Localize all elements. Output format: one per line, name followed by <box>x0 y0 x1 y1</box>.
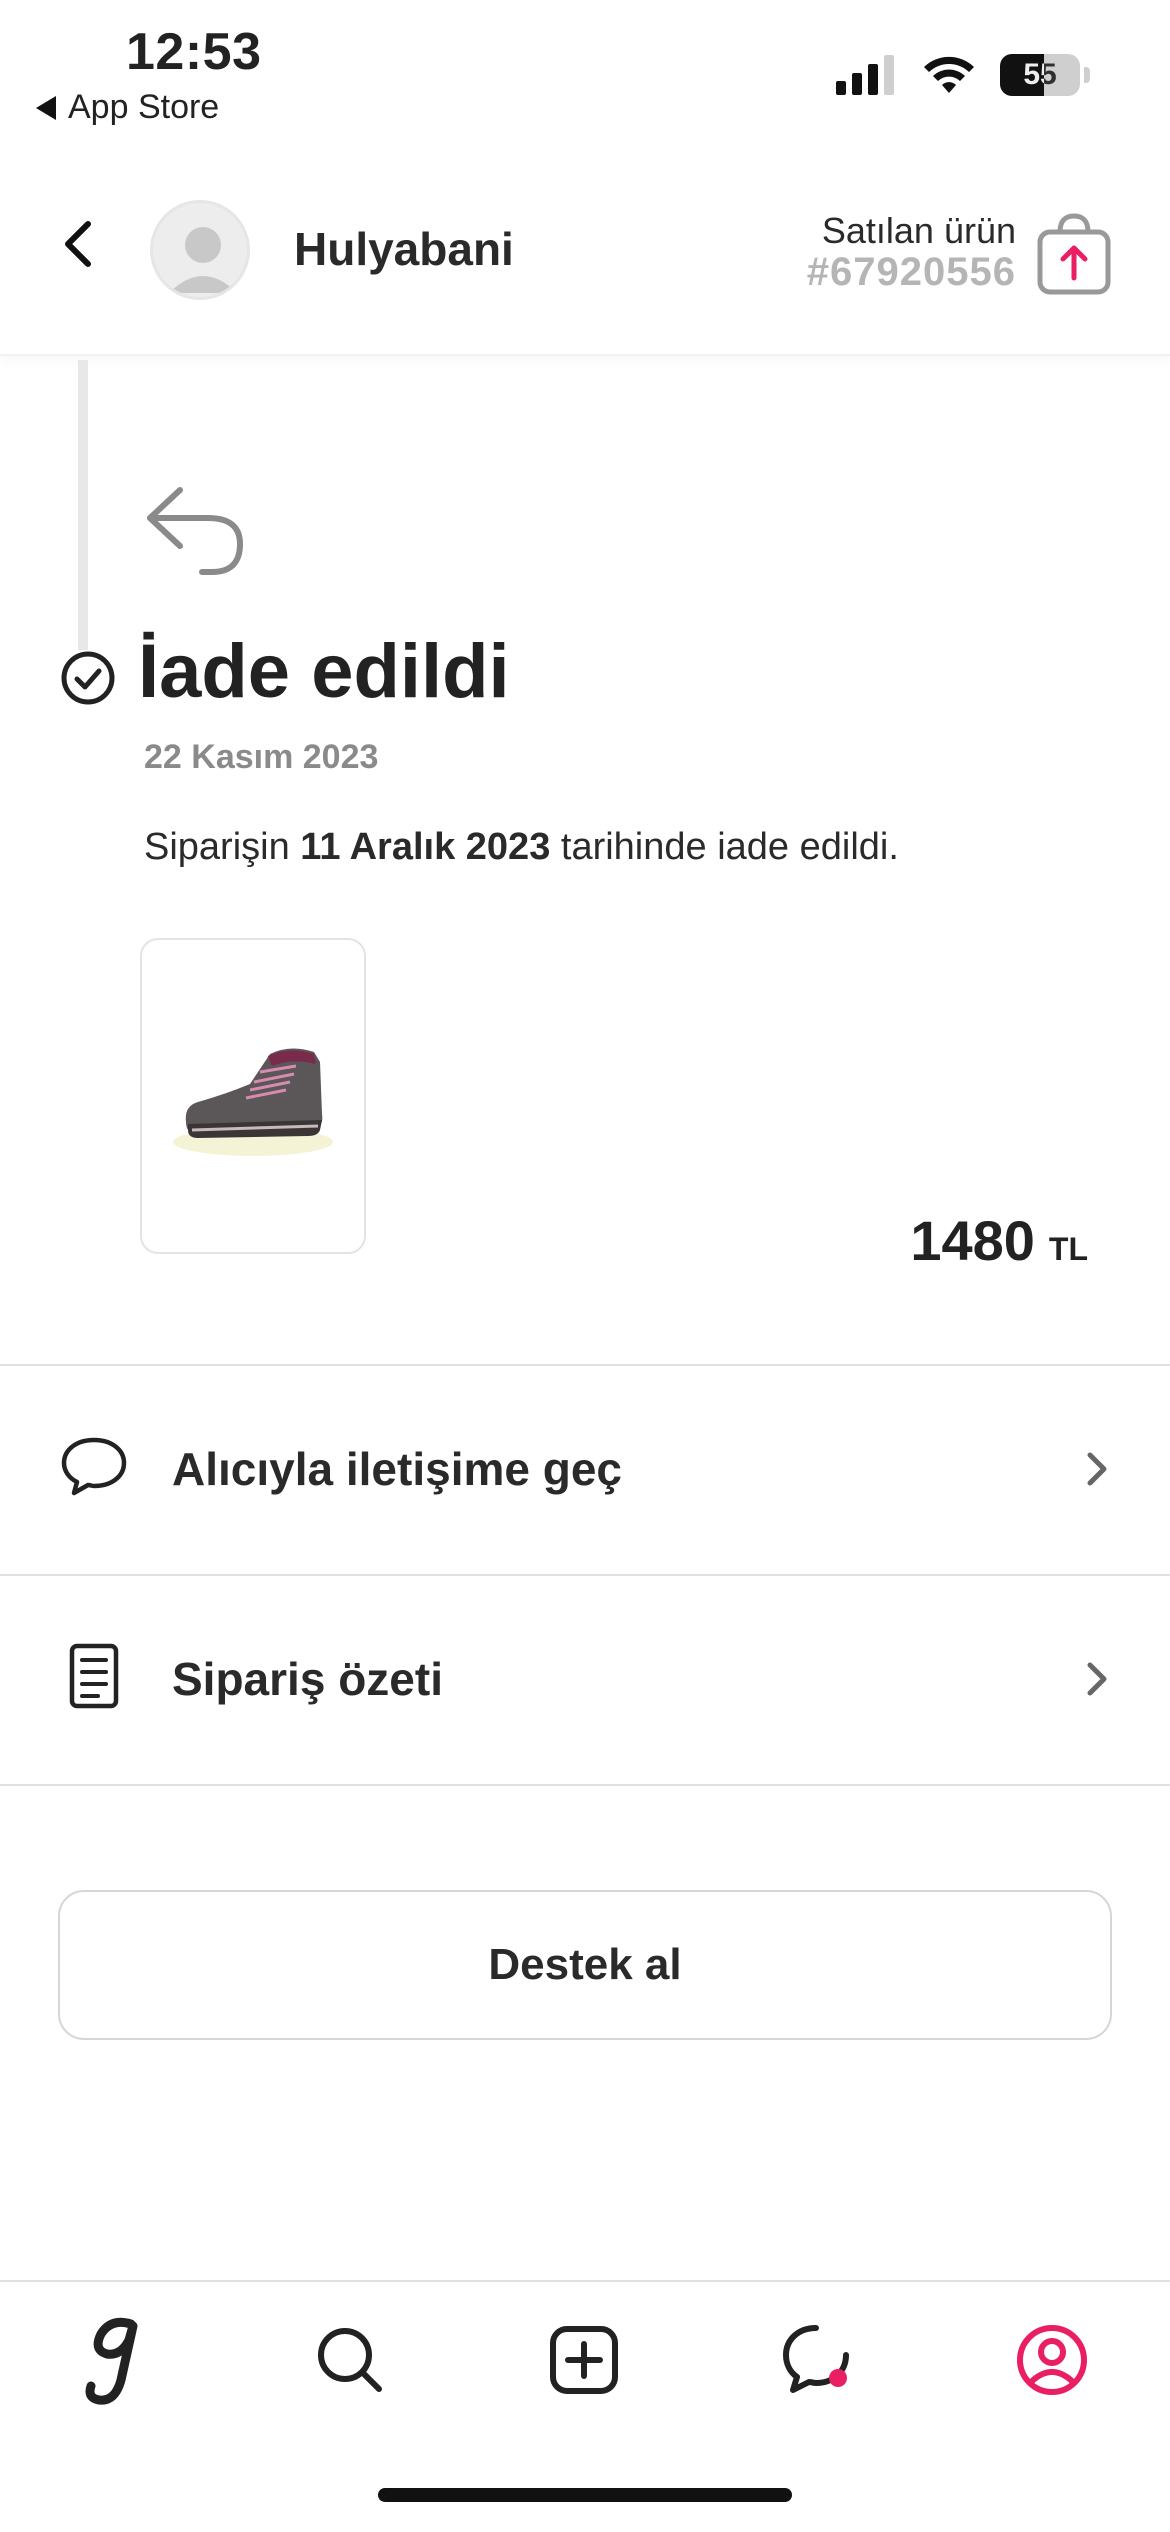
tab-home[interactable] <box>66 2310 166 2410</box>
product-price: 1480 TL <box>910 1208 1088 1273</box>
seller-name[interactable]: Hulyabani <box>294 222 514 276</box>
chevron-right-icon <box>1087 1452 1107 1486</box>
home-indicator <box>378 2488 792 2502</box>
wifi-icon <box>924 56 974 93</box>
back-app-label: App Store <box>68 88 220 126</box>
back-arrow-icon[interactable] <box>54 214 102 274</box>
tab-search[interactable] <box>300 2310 400 2410</box>
status-title: İade edildi <box>138 629 510 714</box>
product-thumbnail[interactable] <box>140 938 366 1254</box>
contact-buyer-label: Alıcıyla iletişime geç <box>172 1443 623 1495</box>
receipt-icon <box>69 1643 119 1709</box>
chevron-right-icon <box>1087 1662 1107 1696</box>
order-id: #67920556 <box>806 250 1016 294</box>
tab-add[interactable] <box>534 2310 634 2410</box>
sold-item-label: Satılan ürün <box>821 210 1016 251</box>
boot-image <box>173 1048 333 1156</box>
contact-buyer-row[interactable]: Alıcıyla iletişime geç <box>0 1366 1170 1572</box>
status-date: 22 Kasım 2023 <box>144 738 379 776</box>
divider <box>0 1784 1170 1786</box>
status-time: 12:53 <box>126 23 262 81</box>
search-icon <box>318 2328 382 2392</box>
order-summary-row[interactable]: Sipariş özeti <box>0 1576 1170 1782</box>
chat-bubble-icon <box>61 1437 127 1496</box>
return-arrow-icon <box>147 487 243 575</box>
order-summary-label: Sipariş özeti <box>172 1653 443 1705</box>
profile-icon <box>1017 2325 1087 2395</box>
plus-square-icon <box>550 2326 618 2394</box>
sold-bag-icon[interactable] <box>1036 212 1112 296</box>
tab-profile[interactable] <box>1002 2310 1102 2410</box>
price-currency: TL <box>1048 1231 1088 1267</box>
signal-icon <box>836 55 894 95</box>
desc-prefix: Siparişin <box>144 826 301 868</box>
battery-level: 55 <box>1023 58 1057 91</box>
status-description: Siparişin 11 Aralık 2023 tarihinde iade … <box>144 826 899 869</box>
price-value: 1480 <box>910 1209 1035 1272</box>
timeline-line <box>78 360 88 650</box>
desc-date: 11 Aralık 2023 <box>300 826 551 868</box>
status-icons: 55 <box>836 54 1090 96</box>
logo-g-icon <box>85 2317 138 2405</box>
get-support-button[interactable]: Destek al <box>58 1890 1112 2040</box>
back-triangle-icon <box>36 95 56 120</box>
message-icon <box>783 2325 849 2393</box>
tab-messages[interactable] <box>768 2310 868 2410</box>
desc-suffix: tarihinde iade edildi. <box>550 826 899 868</box>
back-to-app-store[interactable]: App Store <box>36 88 219 127</box>
check-circle-icon <box>61 651 115 705</box>
battery-icon: 55 <box>1000 54 1080 96</box>
avatar[interactable] <box>150 200 250 300</box>
